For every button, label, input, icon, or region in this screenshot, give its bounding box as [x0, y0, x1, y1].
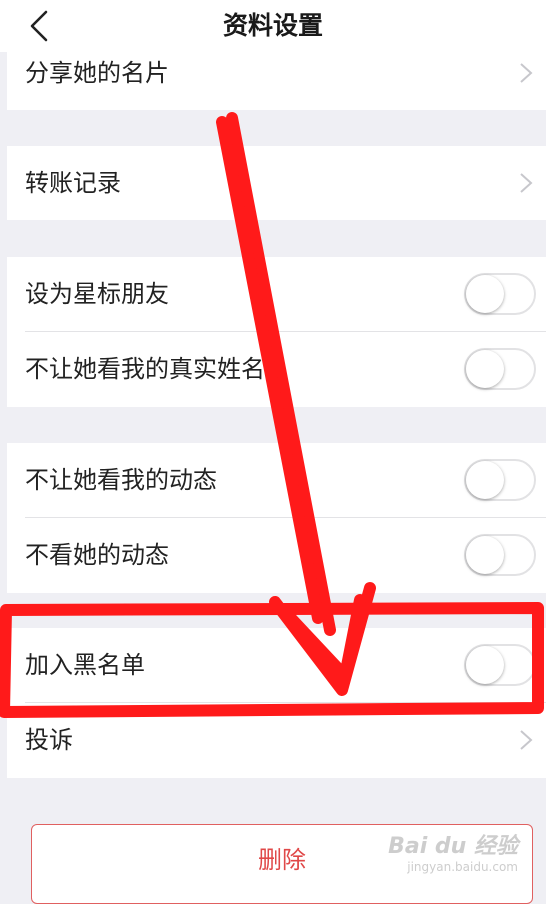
- blacklist-toggle[interactable]: [464, 644, 536, 686]
- report-label: 投诉: [25, 726, 73, 754]
- hide-real-name-toggle[interactable]: [464, 348, 536, 390]
- hide-her-moments-row: 不看她的动态: [7, 518, 546, 592]
- chevron-right-icon: [520, 63, 533, 83]
- toggle-knob: [466, 536, 504, 574]
- group-transfer: 转账记录: [7, 146, 546, 220]
- share-card-label: 分享她的名片: [25, 59, 169, 87]
- watermark-brand: Bai du 经验: [388, 834, 518, 859]
- report-row[interactable]: 投诉: [7, 703, 546, 777]
- chevron-right-icon: [520, 730, 533, 750]
- hide-real-name-label: 不让她看我的真实姓名: [25, 355, 265, 383]
- hide-my-moments-row: 不让她看我的动态: [7, 443, 546, 517]
- hide-my-moments-label: 不让她看我的动态: [25, 466, 217, 494]
- group-privacy-name: 设为星标朋友 不让她看我的真实姓名: [7, 257, 546, 407]
- watermark: Bai du 经验 jingyan.baidu.com: [388, 828, 518, 874]
- blacklist-row: 加入黑名单: [7, 628, 546, 702]
- toggle-knob: [466, 461, 504, 499]
- group-block: 加入黑名单 投诉: [7, 628, 546, 778]
- toggle-knob: [466, 275, 504, 313]
- transfer-records-row[interactable]: 转账记录: [7, 146, 546, 220]
- hide-her-moments-label: 不看她的动态: [25, 541, 169, 569]
- hide-my-moments-toggle[interactable]: [464, 459, 536, 501]
- watermark-url: jingyan.baidu.com: [407, 860, 518, 874]
- transfer-records-label: 转账记录: [25, 169, 121, 197]
- hide-real-name-row: 不让她看我的真实姓名: [7, 332, 546, 406]
- group-privacy-moments: 不让她看我的动态 不看她的动态: [7, 443, 546, 593]
- toggle-knob: [466, 646, 504, 684]
- group-share: 分享她的名片: [7, 52, 546, 110]
- star-friend-label: 设为星标朋友: [25, 280, 169, 308]
- blacklist-label: 加入黑名单: [25, 651, 145, 679]
- toggle-knob: [466, 350, 504, 388]
- star-friend-toggle[interactable]: [464, 273, 536, 315]
- star-friend-row: 设为星标朋友: [7, 257, 546, 331]
- hide-her-moments-toggle[interactable]: [464, 534, 536, 576]
- share-card-row[interactable]: 分享她的名片: [7, 36, 546, 110]
- chevron-right-icon: [520, 173, 533, 193]
